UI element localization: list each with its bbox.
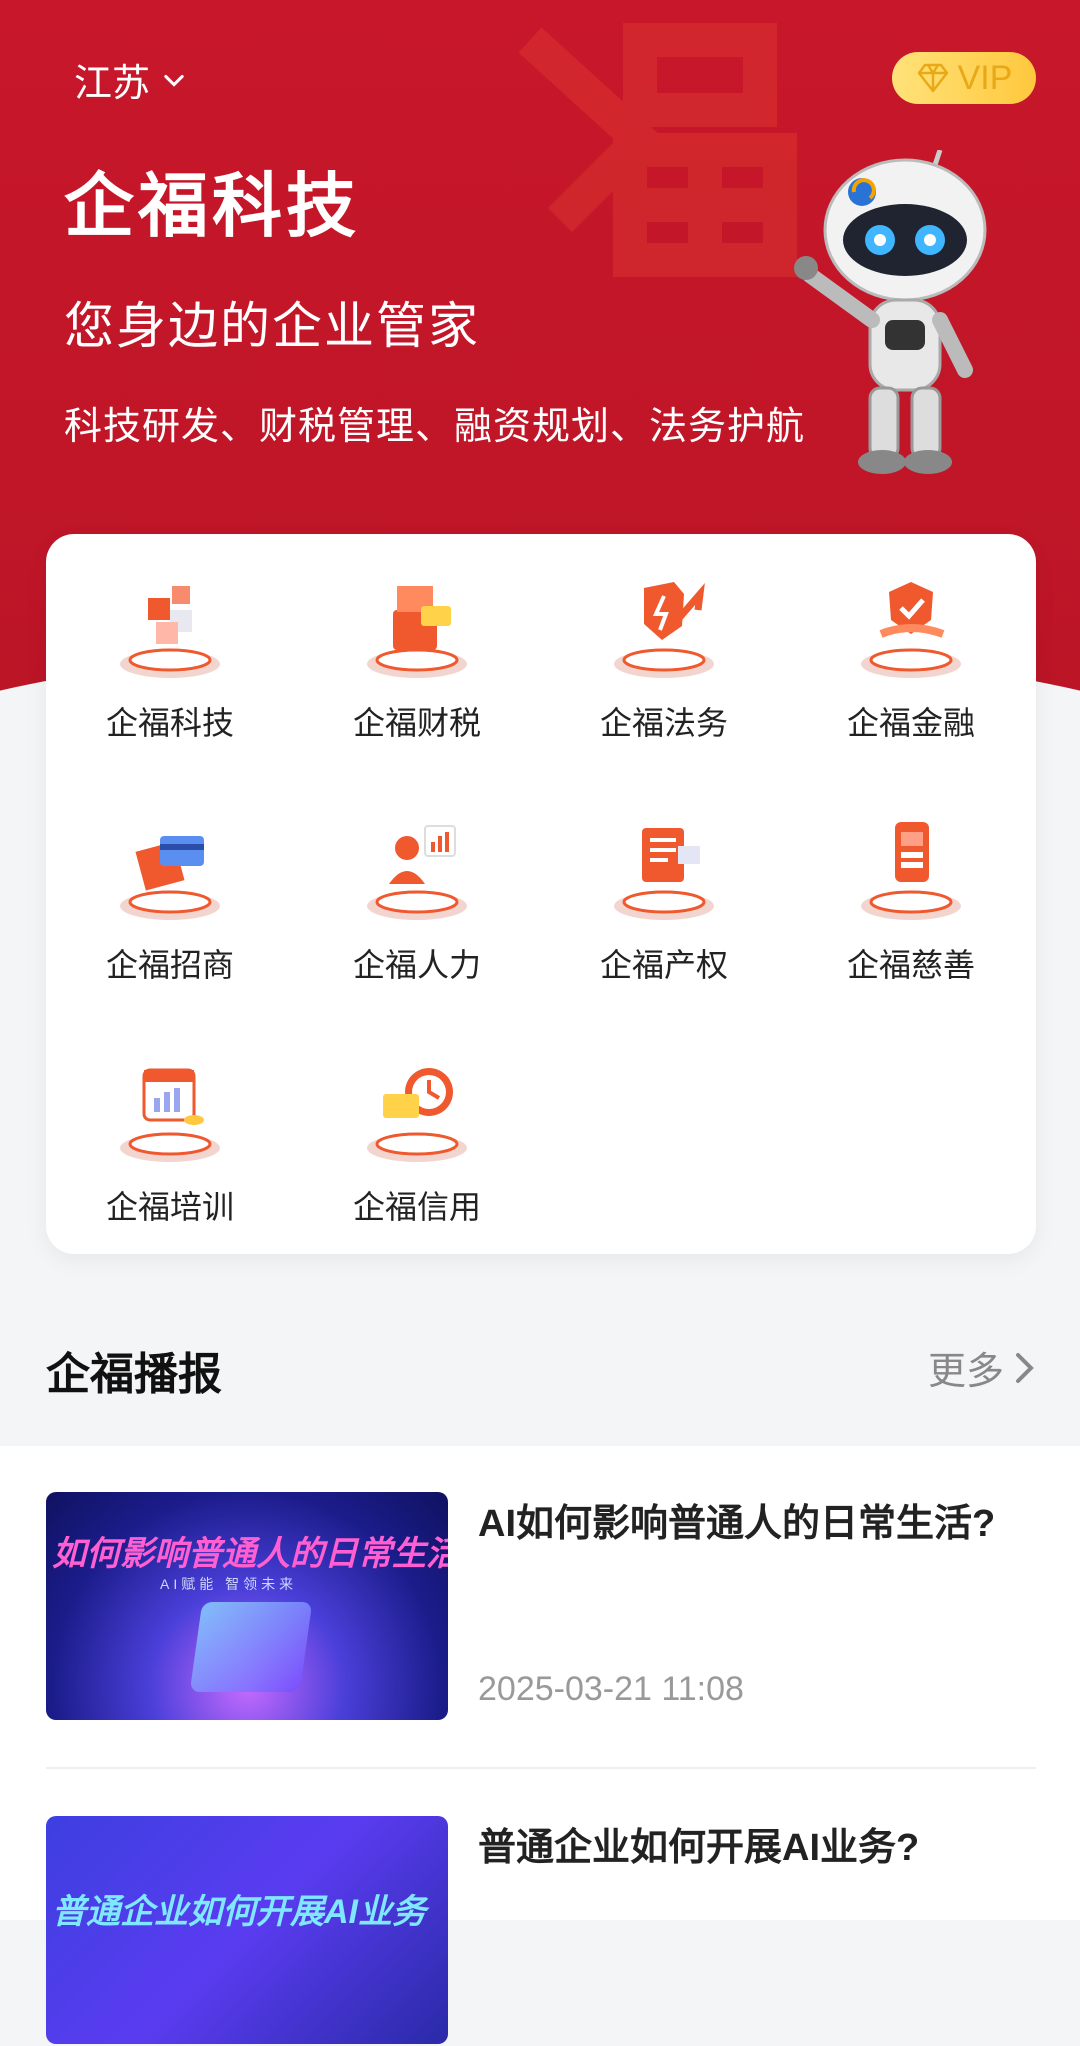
news-item[interactable]: 如何影响普通人的日常生活 AI赋能 智领未来 AI如何影响普通人的日常生活? 2… — [46, 1492, 1036, 1722]
service-item-credit[interactable]: 企福信用 — [293, 1048, 541, 1268]
tech-cubes-icon — [120, 586, 220, 678]
service-label: 企福财税 — [352, 705, 481, 741]
thumbnail-caption: 如何影响普通人的日常生活 — [52, 1535, 448, 1573]
finance-shield-icon — [861, 582, 961, 678]
news-title: AI如何影响普通人的日常生活? — [478, 1503, 996, 1545]
service-label: 企福法务 — [599, 705, 728, 741]
service-item-legal[interactable]: 企福法务 — [540, 564, 788, 784]
investment-card-icon — [120, 836, 220, 920]
page-title: 企福科技 — [64, 167, 360, 245]
news-title: 普通企业如何开展AI业务? — [478, 1827, 920, 1869]
vip-badge[interactable]: VIP — [892, 52, 1036, 104]
service-item-training[interactable]: 企福培训 — [46, 1048, 294, 1268]
service-label: 企福招商 — [105, 947, 234, 983]
service-label: 企福信用 — [352, 1189, 481, 1225]
property-document-icon — [614, 828, 714, 920]
more-label: 更多 — [927, 1351, 1004, 1393]
chevron-right-icon — [1016, 1352, 1034, 1383]
service-item-property[interactable]: 企福产权 — [540, 806, 788, 1026]
service-item-finance[interactable]: 企福金融 — [787, 564, 1035, 784]
service-label: 企福金融 — [846, 705, 975, 741]
tax-box-icon — [367, 586, 467, 678]
charity-phone-icon — [861, 822, 961, 920]
list-divider — [46, 1767, 1036, 1769]
news-thumbnail: 如何影响普通人的日常生活 AI赋能 智领未来 — [46, 1492, 448, 1720]
service-label: 企福培训 — [105, 1189, 234, 1225]
news-timestamp: 2025-03-21 11:08 — [478, 1670, 744, 1708]
service-item-tech[interactable]: 企福科技 — [46, 564, 294, 784]
service-item-investment[interactable]: 企福招商 — [46, 806, 294, 1026]
service-label: 企福人力 — [352, 947, 481, 983]
training-calendar-icon — [120, 1068, 220, 1162]
news-section-title: 企福播报 — [46, 1350, 222, 1399]
news-section-header: 企福播报 更多 — [46, 1330, 1036, 1400]
diamond-icon — [917, 63, 948, 93]
service-item-charity[interactable]: 企福慈善 — [787, 806, 1035, 1026]
hr-person-icon — [367, 825, 467, 920]
service-label: 企福产权 — [599, 947, 728, 983]
news-item[interactable]: 普通企业如何开展AI业务 普通企业如何开展AI业务? — [46, 1816, 1036, 2046]
legal-shield-icon — [614, 582, 714, 678]
hero-tagline: 科技研发、财税管理、融资规划、法务护航 — [64, 406, 806, 448]
region-label: 江苏 — [74, 63, 151, 105]
more-news-link[interactable]: 更多 — [928, 1340, 1036, 1395]
service-item-tax[interactable]: 企福财税 — [293, 564, 541, 784]
news-list: 如何影响普通人的日常生活 AI赋能 智领未来 AI如何影响普通人的日常生活? 2… — [0, 1446, 1080, 2044]
region-selector[interactable]: 江苏 — [74, 52, 188, 107]
news-thumbnail: 普通企业如何开展AI业务 — [46, 1816, 448, 2044]
service-label: 企福慈善 — [846, 947, 975, 983]
hero-subtitle: 您身边的企业管家 — [64, 298, 480, 354]
credit-clock-icon — [367, 1068, 467, 1162]
chevron-down-icon — [164, 74, 184, 87]
thumbnail-caption: 普通企业如何开展AI业务 — [52, 1893, 426, 1931]
fu-character-watermark — [518, 23, 797, 277]
vip-label: VIP — [957, 58, 1013, 97]
thumbnail-subcaption: AI赋能 智领未来 — [160, 1576, 298, 1592]
ai-cube-graphic — [189, 1602, 313, 1692]
service-grid-card: 企福科技 企福财税 企福法务 企福金融 企福招商 企福人力 企福产权 企福慈善 … — [46, 534, 1036, 1254]
service-label: 企福科技 — [105, 705, 234, 741]
service-item-hr[interactable]: 企福人力 — [293, 806, 541, 1026]
robot-mascot-illustration — [794, 150, 987, 474]
